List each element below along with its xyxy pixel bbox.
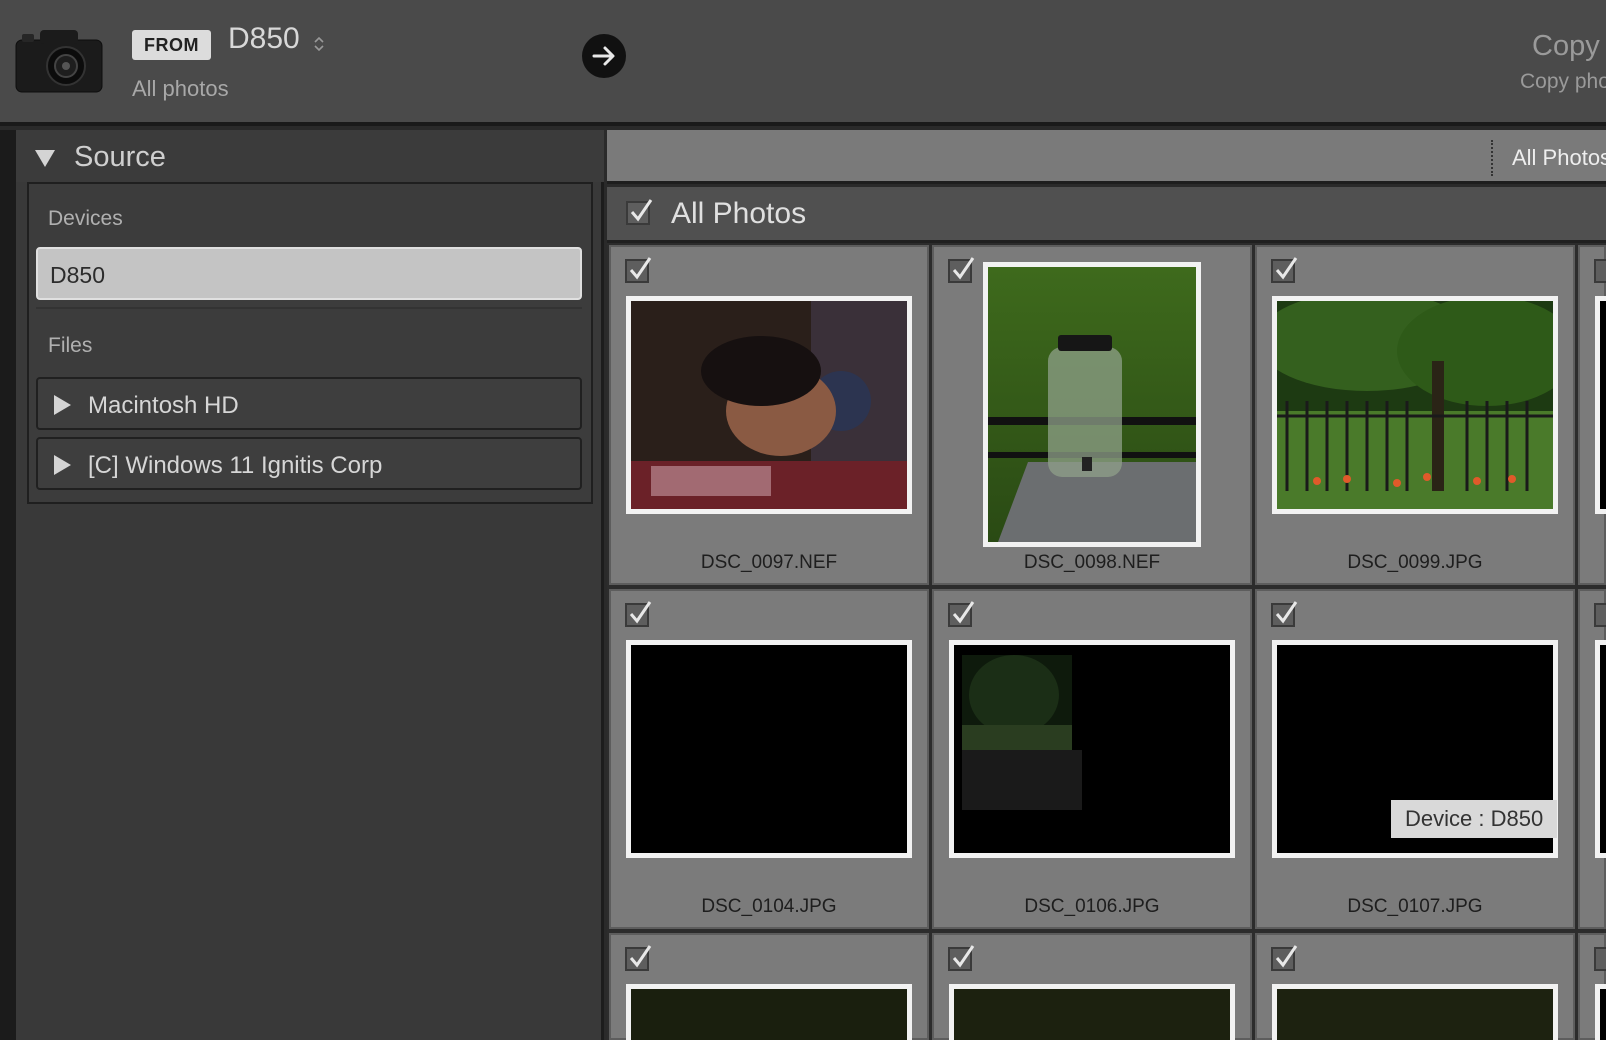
photo-thumbnail[interactable]	[626, 640, 912, 858]
device-tooltip: Device : D850	[1391, 800, 1558, 838]
photo-cell[interactable]: DSC_0097.NEF	[609, 245, 929, 585]
photo-checkbox[interactable]	[1594, 947, 1606, 971]
photo-thumbnail[interactable]	[1595, 640, 1606, 858]
photo-thumbnail[interactable]	[626, 296, 912, 514]
photo-checkbox[interactable]	[948, 601, 975, 627]
expand-triangle-icon[interactable]	[52, 454, 72, 476]
arrow-right-button[interactable]	[582, 34, 626, 78]
checkmark-icon	[952, 945, 975, 968]
photo-checkbox[interactable]	[1594, 259, 1606, 283]
photo-thumbnail[interactable]	[983, 262, 1201, 547]
photo-image	[988, 267, 1196, 542]
photo-cell[interactable]	[1578, 933, 1606, 1040]
photo-checkbox[interactable]	[948, 945, 975, 971]
photo-thumbnail[interactable]	[626, 984, 912, 1040]
top-bar	[0, 0, 1606, 126]
photo-filename: DSC_0099.JPG	[1347, 552, 1483, 573]
device-item-d850[interactable]: D850	[36, 247, 582, 300]
photo-cell[interactable]	[932, 933, 1252, 1040]
all-photos-filter[interactable]: All Photos	[1512, 145, 1606, 171]
photo-thumbnail[interactable]	[1272, 296, 1558, 514]
camera-icon	[15, 30, 103, 93]
updown-chevron-icon[interactable]	[312, 34, 326, 54]
file-item-label: [C] Windows 11 Ignitis Corp	[88, 452, 383, 479]
photo-thumbnail[interactable]	[949, 984, 1235, 1040]
photo-cell[interactable]: DSC_0098.NEF	[932, 245, 1252, 585]
device-item-label: D850	[50, 262, 105, 288]
checkmark-icon	[629, 945, 652, 968]
photo-checkbox[interactable]	[1271, 257, 1298, 283]
checkmark-icon	[1275, 601, 1298, 624]
checkmark-icon	[1275, 257, 1298, 280]
destination-mode-subtitle: Copy pho	[1520, 70, 1606, 93]
photo-thumbnail[interactable]	[1272, 984, 1558, 1040]
photo-checkbox[interactable]	[1271, 945, 1298, 971]
source-subtitle: All photos	[132, 76, 229, 101]
photo-cell[interactable]	[609, 933, 929, 1040]
photo-checkbox[interactable]	[625, 601, 652, 627]
photo-thumbnail[interactable]	[949, 640, 1235, 858]
grid-toolbar	[607, 130, 1606, 184]
photo-thumbnail[interactable]	[1595, 296, 1606, 514]
photo-image	[1277, 301, 1553, 509]
photo-filename: DSC_0104.JPG	[701, 896, 837, 917]
source-panel-title: Source	[74, 141, 166, 173]
devices-section-label: Devices	[48, 207, 123, 230]
photo-checkbox[interactable]	[625, 945, 652, 971]
photo-thumbnail[interactable]	[1595, 984, 1606, 1040]
photo-cell[interactable]	[1255, 933, 1575, 1040]
expand-triangle-icon[interactable]	[52, 394, 72, 416]
photo-cell[interactable]: DSC_0104.JPG	[609, 589, 929, 929]
photo-filename: DSC_0098.NEF	[1023, 552, 1161, 573]
left-edge	[0, 130, 16, 1040]
checkmark-icon	[630, 199, 653, 222]
checkmark-icon	[629, 257, 652, 280]
photo-filename: DSC_0107.JPG	[1347, 896, 1483, 917]
arrow-right-icon	[592, 46, 615, 66]
collapse-triangle-icon[interactable]	[34, 148, 56, 168]
file-item-macintosh-hd[interactable]: Macintosh HD	[36, 377, 582, 430]
checkmark-icon	[629, 601, 652, 624]
photo-checkbox[interactable]	[1594, 603, 1606, 627]
from-badge: FROM	[132, 30, 211, 60]
checkmark-icon	[952, 601, 975, 624]
select-all-checkbox[interactable]	[626, 199, 653, 225]
photo-cell[interactable]	[1578, 589, 1606, 929]
photo-cell[interactable]: DSC_0099.JPG	[1255, 245, 1575, 585]
photo-image	[631, 301, 907, 509]
photo-checkbox[interactable]	[625, 257, 652, 283]
checkmark-icon	[952, 257, 975, 280]
photo-checkbox[interactable]	[1271, 601, 1298, 627]
files-section-label: Files	[48, 334, 93, 357]
photo-cell[interactable]	[1578, 245, 1606, 585]
destination-mode-title[interactable]: Copy	[1532, 30, 1600, 63]
photo-cell[interactable]: DSC_0107.JPG	[1255, 589, 1575, 929]
photo-checkbox[interactable]	[948, 257, 975, 283]
divider	[36, 307, 582, 309]
photo-image	[954, 645, 1230, 853]
file-item-windows-drive[interactable]: [C] Windows 11 Ignitis Corp	[36, 437, 582, 490]
photo-filename: DSC_0106.JPG	[1024, 896, 1160, 917]
file-item-label: Macintosh HD	[88, 392, 239, 419]
photo-cell[interactable]: DSC_0106.JPG	[932, 589, 1252, 929]
photo-filename: DSC_0097.NEF	[700, 552, 838, 573]
source-device-selector[interactable]: D850	[228, 22, 300, 56]
grid-header-title: All Photos	[671, 197, 807, 230]
toolbar-separator	[1491, 140, 1493, 176]
checkmark-icon	[1275, 945, 1298, 968]
